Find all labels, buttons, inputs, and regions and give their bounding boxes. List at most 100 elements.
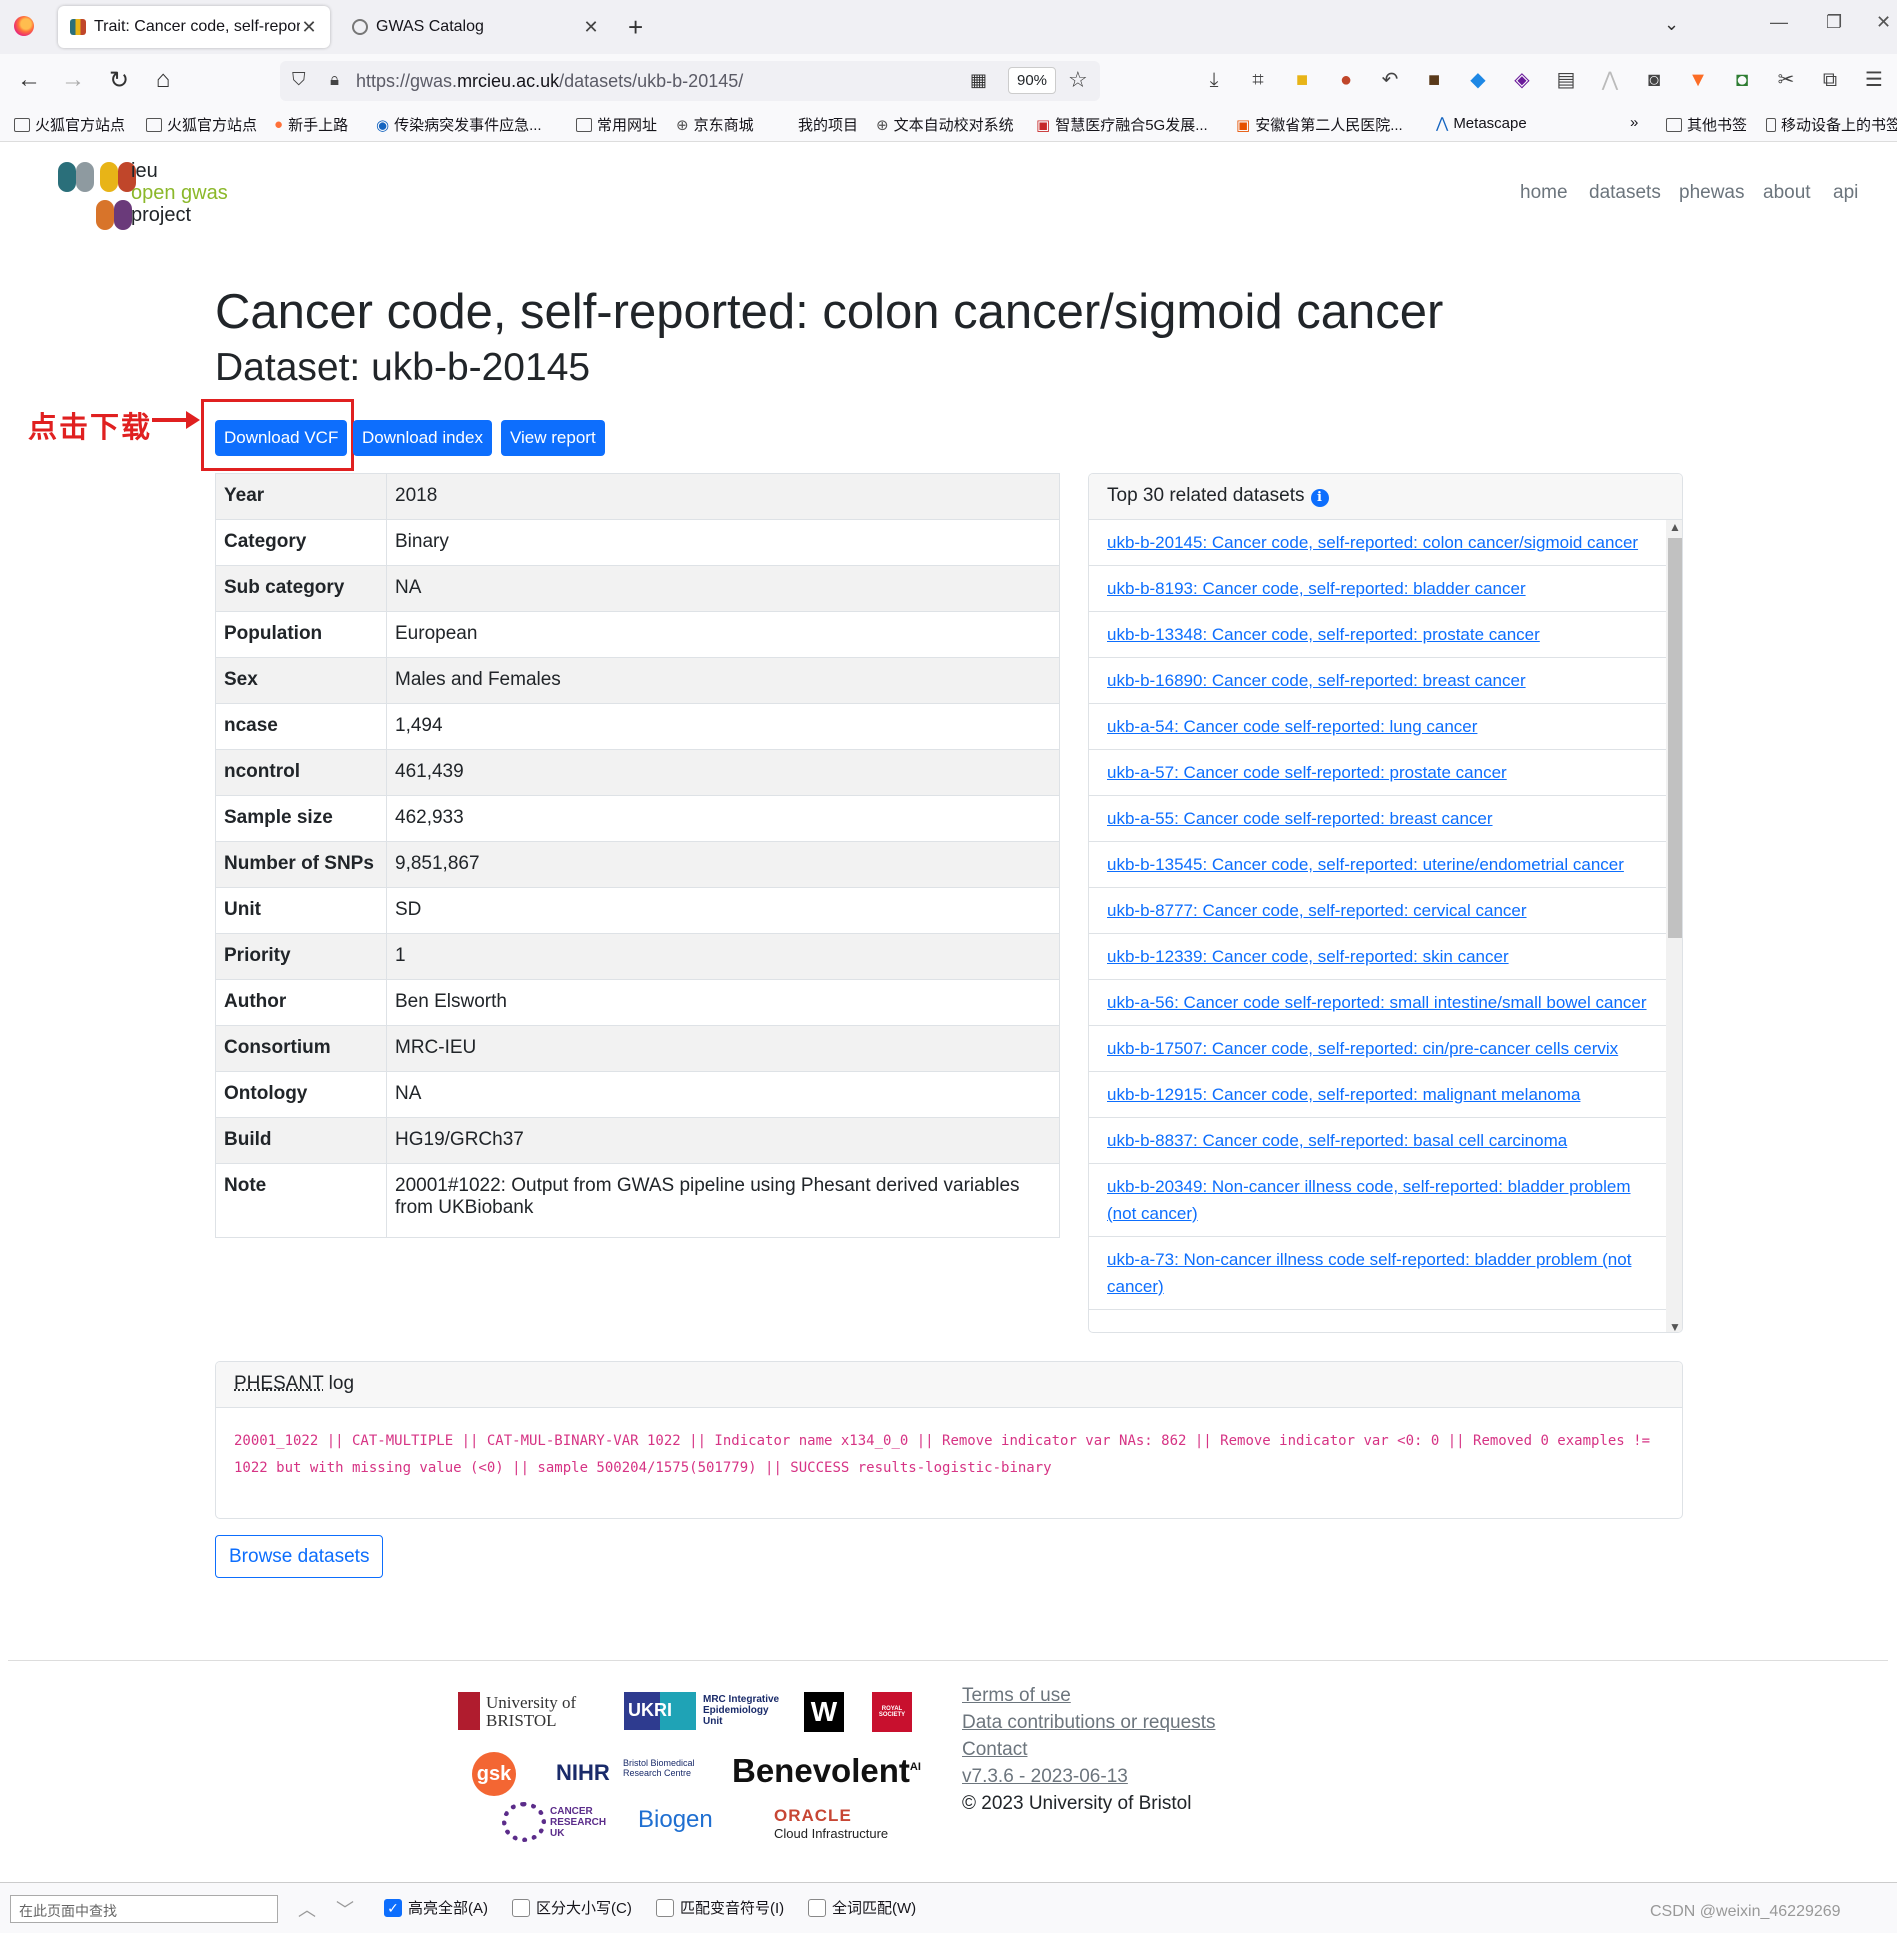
extension-icon[interactable]: ●	[1334, 68, 1358, 92]
metadata-table: Year 2018 Category Binary Sub category NA Popu…	[215, 473, 1060, 1238]
gitlab-icon[interactable]: ▼	[1686, 68, 1710, 92]
reload-icon[interactable]: ↻	[104, 66, 134, 95]
close-tab-icon[interactable]: ✕	[582, 17, 600, 38]
scroll-down-icon[interactable]: ▼	[1668, 1320, 1682, 1332]
nav-home[interactable]: home	[1520, 182, 1568, 204]
find-input[interactable]: 在此页面中查找	[10, 1895, 278, 1923]
data-contributions-link[interactable]: Data contributions or requests	[962, 1709, 1215, 1736]
undo-icon[interactable]: ↶	[1378, 68, 1402, 92]
bookmark-item[interactable]: ● 新手上路	[274, 114, 348, 135]
download-index-button[interactable]: Download index	[353, 420, 492, 456]
nav-datasets[interactable]: datasets	[1589, 182, 1661, 204]
match-case-checkbox[interactable]: 区分大小写(C)	[512, 1897, 632, 1918]
bookmark-item[interactable]: ⋀ Metascape	[1436, 114, 1527, 133]
related-dataset-link[interactable]: ukb-b-13545: Cancer code, self-reported:…	[1107, 855, 1624, 874]
list-tabs-icon[interactable]: ⌄	[1664, 14, 1679, 35]
related-dataset-link[interactable]: ukb-a-73: Non-cancer illness code self-r…	[1107, 1250, 1631, 1296]
related-dataset-link[interactable]: ukb-b-20145: Cancer code, self-reported:…	[1107, 533, 1638, 552]
view-report-button[interactable]: View report	[501, 420, 605, 456]
site-logo[interactable]: ieu open gwas project	[56, 160, 246, 240]
firefox-icon[interactable]	[14, 16, 34, 36]
extension-icon[interactable]: ◆	[1466, 68, 1490, 92]
find-previous-icon[interactable]: ︿	[298, 1896, 316, 1922]
nav-phewas[interactable]: phewas	[1679, 182, 1745, 204]
bookmark-item[interactable]: 火狐官方站点	[146, 114, 257, 135]
extension-icon[interactable]: ◘	[1730, 68, 1754, 92]
related-dataset-link[interactable]: ukb-b-12339: Cancer code, self-reported:…	[1107, 947, 1509, 966]
lock-icon[interactable]: 🔒︎	[330, 70, 339, 90]
close-tab-icon[interactable]: ✕	[300, 17, 318, 38]
minimize-icon[interactable]: —	[1770, 12, 1788, 33]
more-bookmarks-icon[interactable]: »	[1630, 114, 1638, 131]
related-dataset-link[interactable]: ukb-a-57: Cancer code self-reported: pro…	[1107, 763, 1507, 782]
browse-datasets-button[interactable]: Browse datasets	[215, 1535, 384, 1578]
menu-icon[interactable]: ☰	[1862, 68, 1886, 92]
reader-icon[interactable]: ▤	[1554, 68, 1578, 92]
back-icon[interactable]: ←	[14, 66, 44, 94]
forward-icon[interactable]: →	[58, 66, 88, 94]
extension-icon[interactable]: ◙	[1642, 68, 1666, 92]
scrollbar[interactable]: ▲ ▼	[1666, 520, 1682, 1332]
shield-icon[interactable]: ⛉	[292, 69, 306, 90]
bookmark-item[interactable]: 常用网址	[576, 114, 657, 135]
related-dataset-link[interactable]: ukb-b-13348: Cancer code, self-reported:…	[1107, 625, 1540, 644]
bookmark-item[interactable]: 其他书签	[1666, 114, 1747, 135]
hospital-icon: ▣	[1236, 116, 1251, 134]
bookmark-item[interactable]: ▣ 智慧医疗融合5G发展...	[1036, 114, 1208, 135]
related-dataset-link[interactable]: ukb-b-20349: Non-cancer illness code, se…	[1107, 1177, 1631, 1223]
list-item: ukb-b-13545: Cancer code, self-reported:…	[1089, 842, 1666, 888]
info-icon[interactable]: i	[1310, 489, 1329, 507]
scissors-icon[interactable]: ✂	[1774, 68, 1798, 92]
scroll-up-icon[interactable]: ▲	[1668, 520, 1682, 534]
wellcome-logo: W	[804, 1692, 844, 1732]
scrollbar-thumb[interactable]	[1668, 538, 1682, 938]
table-row: ncase 1,494	[215, 703, 1060, 750]
bookmark-item[interactable]: 火狐官方站点	[14, 114, 125, 135]
extension-icon[interactable]: ■	[1422, 68, 1446, 92]
contact-link[interactable]: Contact	[962, 1736, 1215, 1763]
bookmark-item[interactable]: ▣ 安徽省第二人民医院...	[1236, 114, 1403, 135]
extension-icon[interactable]: ⋀	[1598, 68, 1622, 92]
url-text[interactable]: https://gwas.mrcieu.ac.uk/datasets/ukb-b…	[356, 71, 743, 92]
find-next-icon[interactable]: ﹀	[336, 1896, 354, 1922]
qr-code-icon[interactable]: ▦	[970, 70, 987, 91]
bookmark-item[interactable]: 我的项目	[798, 114, 858, 135]
bookmark-item[interactable]: ⊕ 京东商城	[676, 114, 754, 135]
download-vcf-button[interactable]: Download VCF	[215, 420, 348, 456]
whole-words-checkbox[interactable]: 全词匹配(W)	[808, 1897, 916, 1918]
related-dataset-link[interactable]: ukb-b-12915: Cancer code, self-reported:…	[1107, 1085, 1580, 1104]
related-dataset-link[interactable]: ukb-b-8837: Cancer code, self-reported: …	[1107, 1131, 1567, 1150]
bookmark-star-icon[interactable]: ☆	[1068, 67, 1088, 93]
related-dataset-link[interactable]: ukb-a-56: Cancer code self-reported: sma…	[1107, 993, 1647, 1012]
zoom-level[interactable]: 90%	[1008, 67, 1057, 94]
nav-about[interactable]: about	[1763, 182, 1811, 204]
bookmark-item[interactable]: ◉ 传染病突发事件应急...	[376, 114, 542, 135]
restore-icon[interactable]: ❐	[1826, 12, 1842, 33]
related-dataset-link[interactable]: ukb-b-8777: Cancer code, self-reported: …	[1107, 901, 1527, 920]
bookmark-item[interactable]: ⊕ 文本自动校对系统	[876, 114, 1014, 135]
nav-api[interactable]: api	[1833, 182, 1858, 204]
gsk-logo: gsk	[472, 1752, 516, 1796]
downloads-icon[interactable]: ⤓	[1202, 68, 1226, 92]
terms-link[interactable]: Terms of use	[962, 1682, 1215, 1709]
close-window-icon[interactable]: ✕	[1876, 12, 1891, 33]
extensions-icon[interactable]: ⧉	[1818, 68, 1842, 92]
tab-trait[interactable]: Trait: Cancer code, self-repor ✕	[58, 6, 330, 48]
screenshot-icon[interactable]: ⌗	[1246, 68, 1270, 92]
home-icon[interactable]: ⌂	[148, 66, 178, 94]
related-dataset-link[interactable]: ukb-a-55: Cancer code self-reported: bre…	[1107, 809, 1493, 828]
tab-gwas-catalog[interactable]: GWAS Catalog ✕	[340, 6, 612, 48]
related-dataset-link[interactable]: ukb-b-8193: Cancer code, self-reported: …	[1107, 579, 1526, 598]
related-dataset-link[interactable]: ukb-b-16890: Cancer code, self-reported:…	[1107, 671, 1526, 690]
extension-icon[interactable]: ■	[1290, 68, 1314, 92]
related-dataset-link[interactable]: ukb-a-54: Cancer code self-reported: lun…	[1107, 717, 1477, 736]
url-bar[interactable]: ⛉ 🔒︎ https://gwas.mrcieu.ac.uk/datasets/…	[280, 61, 1100, 101]
highlight-all-checkbox[interactable]: ✓ 高亮全部(A)	[384, 1897, 488, 1918]
metadata-key: Sex	[215, 657, 387, 704]
bookmark-item[interactable]: 移动设备上的书签	[1766, 114, 1897, 135]
match-diacritics-checkbox[interactable]: 匹配变音符号(I)	[656, 1897, 784, 1918]
extension-icon[interactable]: ◈	[1510, 68, 1534, 92]
version-link[interactable]: v7.3.6 - 2023-06-13	[962, 1763, 1215, 1790]
related-dataset-link[interactable]: ukb-b-17507: Cancer code, self-reported:…	[1107, 1039, 1618, 1058]
new-tab-button[interactable]: +	[628, 12, 643, 43]
